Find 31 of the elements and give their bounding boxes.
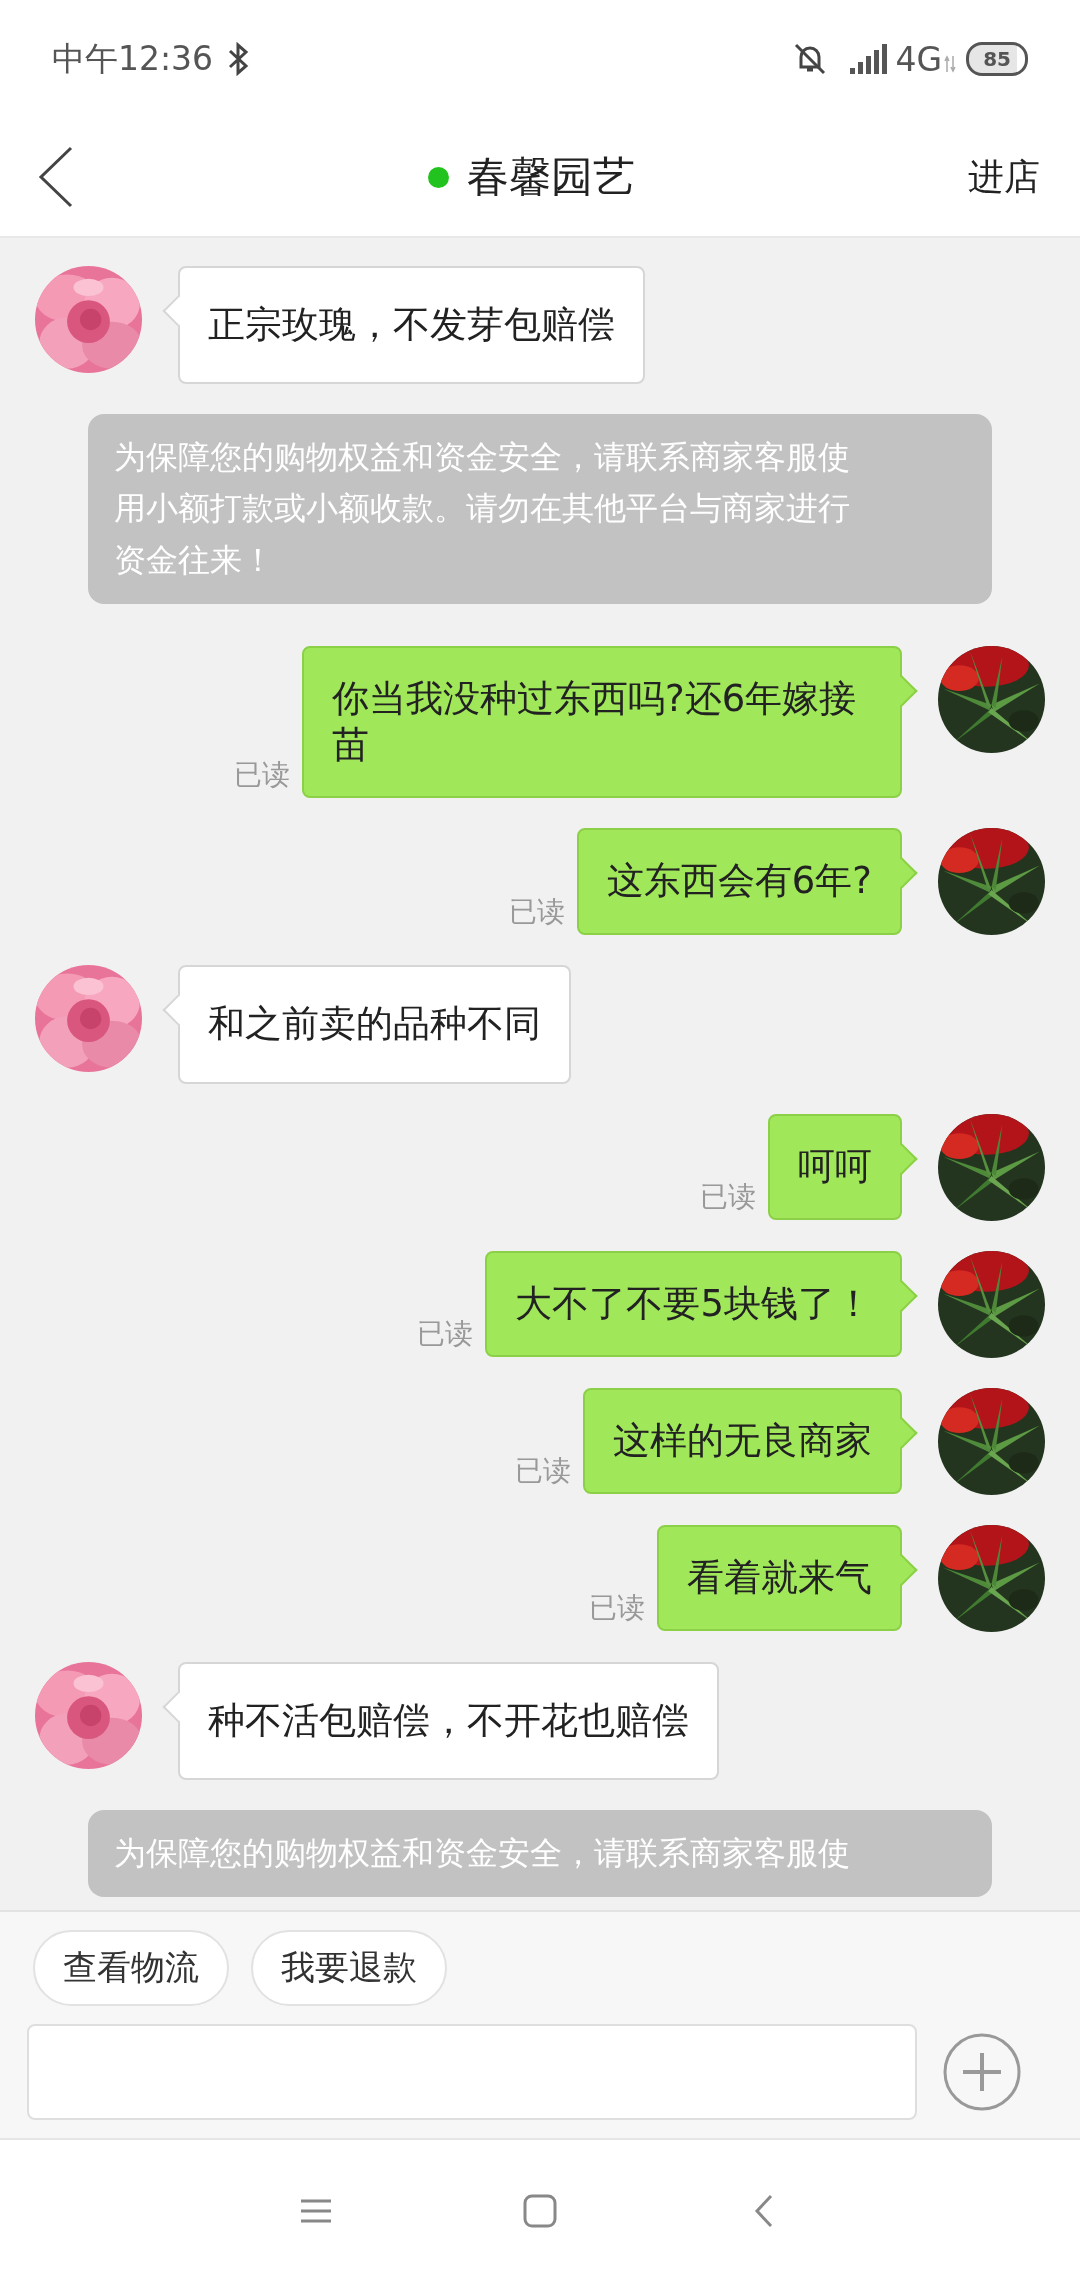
- system-notice: 为保障您的购物权益和资金安全，请联系商家客服使: [88, 1809, 992, 1897]
- battery-indicator: 85: [966, 42, 1028, 76]
- quick-reply-button[interactable]: 查看物流: [33, 1930, 229, 2006]
- read-status: 已读: [508, 893, 565, 930]
- message-bubble: 呵呵: [768, 1113, 902, 1220]
- read-status: 已读: [417, 1315, 474, 1352]
- signal-icon: [849, 44, 890, 74]
- message-bubble: 你当我没种过东西吗?还6年嫁接苗: [302, 645, 902, 799]
- home-icon[interactable]: [523, 2194, 557, 2228]
- read-status: 已读: [700, 1178, 756, 1215]
- message-bubble: 大不了不要5块钱了！: [485, 1250, 902, 1357]
- clock: 中午12:36: [52, 37, 214, 80]
- message-input[interactable]: [27, 2024, 917, 2120]
- read-status: 已读: [234, 757, 290, 794]
- system-notice: 为保障您的购物权益和资金安全，请联系商家客服使用小额打款或小额收款。请勿在其他平台与商家进行资金往来！: [88, 414, 992, 604]
- back-icon[interactable]: [38, 146, 74, 208]
- network-type: 4G: [895, 39, 943, 79]
- message-bubble: 种不活包赔偿，不开花也赔偿: [178, 1661, 719, 1780]
- message-bubble: 这样的无良商家: [583, 1387, 902, 1494]
- add-icon[interactable]: [943, 2033, 1021, 2111]
- read-status: 已读: [589, 1589, 645, 1626]
- data-transfer-icon: [944, 54, 957, 74]
- read-status: 已读: [515, 1452, 571, 1489]
- bluetooth-icon: [227, 42, 250, 76]
- shop-name: 春馨园艺: [466, 151, 635, 203]
- message-bubble: 正宗玫瑰，不发芽包赔偿: [178, 266, 645, 385]
- quick-reply-button[interactable]: 我要退款: [251, 1930, 447, 2006]
- message-bubble: 看着就来气: [657, 1524, 902, 1631]
- message-bubble: 这东西会有6年?: [576, 828, 902, 935]
- message-bubble: 和之前卖的品种不同: [178, 965, 571, 1084]
- enter-shop-link[interactable]: 进店: [968, 152, 1040, 202]
